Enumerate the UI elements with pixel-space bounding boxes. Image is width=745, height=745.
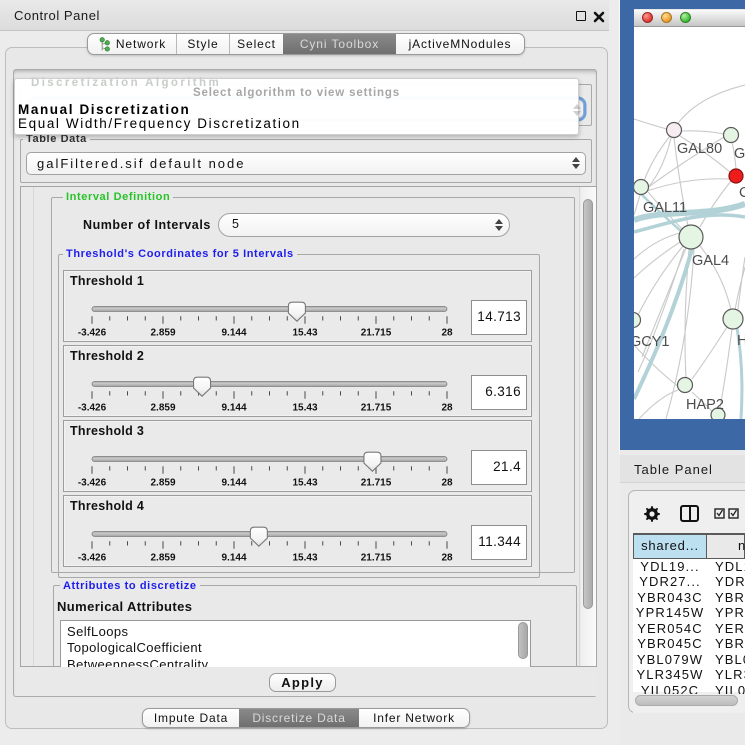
svg-text:HAP2: HAP2 <box>686 397 724 413</box>
svg-text:2.859: 2.859 <box>150 477 175 488</box>
svg-text:28: 28 <box>441 402 453 413</box>
svg-text:GAL11: GAL11 <box>643 200 687 216</box>
svg-text:GCY1: GCY1 <box>634 334 670 350</box>
svg-text:28: 28 <box>441 552 453 563</box>
svg-text:GAL4: GAL4 <box>692 253 729 269</box>
svg-text:21.715: 21.715 <box>361 327 392 338</box>
svg-text:-3.426: -3.426 <box>78 552 107 563</box>
svg-text:CY: CY <box>739 185 745 201</box>
svg-text:21.715: 21.715 <box>361 402 392 413</box>
svg-text:GA: GA <box>734 146 745 162</box>
svg-text:21.715: 21.715 <box>361 552 392 563</box>
svg-text:9.144: 9.144 <box>221 327 246 338</box>
svg-text:15.43: 15.43 <box>292 477 317 488</box>
svg-text:GAL80: GAL80 <box>677 141 722 157</box>
svg-text:15.43: 15.43 <box>292 402 317 413</box>
svg-text:9.144: 9.144 <box>221 477 246 488</box>
svg-text:2.859: 2.859 <box>150 402 175 413</box>
svg-text:9.144: 9.144 <box>221 552 246 563</box>
svg-text:-3.426: -3.426 <box>78 402 107 413</box>
svg-text:-3.426: -3.426 <box>78 327 107 338</box>
svg-text:15.43: 15.43 <box>292 552 317 563</box>
svg-text:9.144: 9.144 <box>221 402 246 413</box>
svg-text:2.859: 2.859 <box>150 552 175 563</box>
svg-text:-3.426: -3.426 <box>78 477 107 488</box>
svg-text:28: 28 <box>441 477 453 488</box>
svg-text:15.43: 15.43 <box>292 327 317 338</box>
svg-text:21.715: 21.715 <box>361 477 392 488</box>
svg-text:28: 28 <box>441 327 453 338</box>
svg-text:HA: HA <box>737 333 745 349</box>
svg-text:2.859: 2.859 <box>150 327 175 338</box>
